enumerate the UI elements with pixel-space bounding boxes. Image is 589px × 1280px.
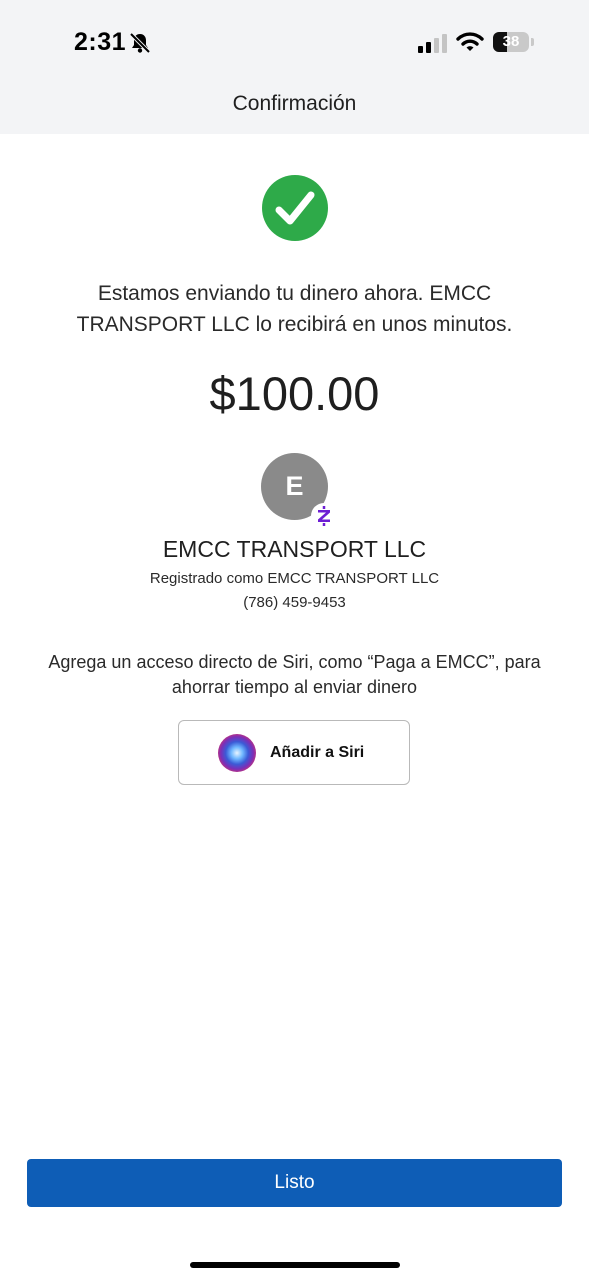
siri-icon [218, 734, 256, 772]
siri-shortcut-prompt: Agrega un acceso directo de Siri, como “… [48, 652, 541, 697]
home-indicator [190, 1262, 400, 1268]
amount-value: $100.00 [209, 367, 380, 420]
confirmation-screen: 2:31 38 Confirmación Estamos enviando tu… [0, 0, 589, 1280]
add-to-siri-button[interactable]: Añadir a Siri [178, 720, 410, 785]
battery-icon: 38 [493, 32, 529, 52]
done-button[interactable]: Listo [27, 1159, 562, 1207]
confirmation-message: Estamos enviando tu dinero ahora. EMCC T… [76, 282, 513, 336]
battery-percent: 38 [502, 33, 520, 50]
top-bar: 2:31 38 Confirmación [0, 0, 589, 134]
page-title: Confirmación [232, 92, 357, 115]
add-to-siri-label: Añadir a Siri [270, 744, 365, 761]
checkmark-icon [262, 175, 328, 241]
recipient-phone: (786) 459-9453 [243, 594, 346, 611]
bell-slash-icon [129, 32, 151, 54]
status-time: 2:31 [74, 28, 127, 56]
recipient-name: EMCC TRANSPORT LLC [162, 536, 427, 562]
wifi-icon [456, 32, 484, 51]
battery-tip [531, 38, 534, 46]
cellular-signal-icon [418, 34, 447, 53]
zelle-icon [311, 503, 337, 529]
recipient-registered-name: Registrado como EMCC TRANSPORT LLC [149, 570, 440, 587]
